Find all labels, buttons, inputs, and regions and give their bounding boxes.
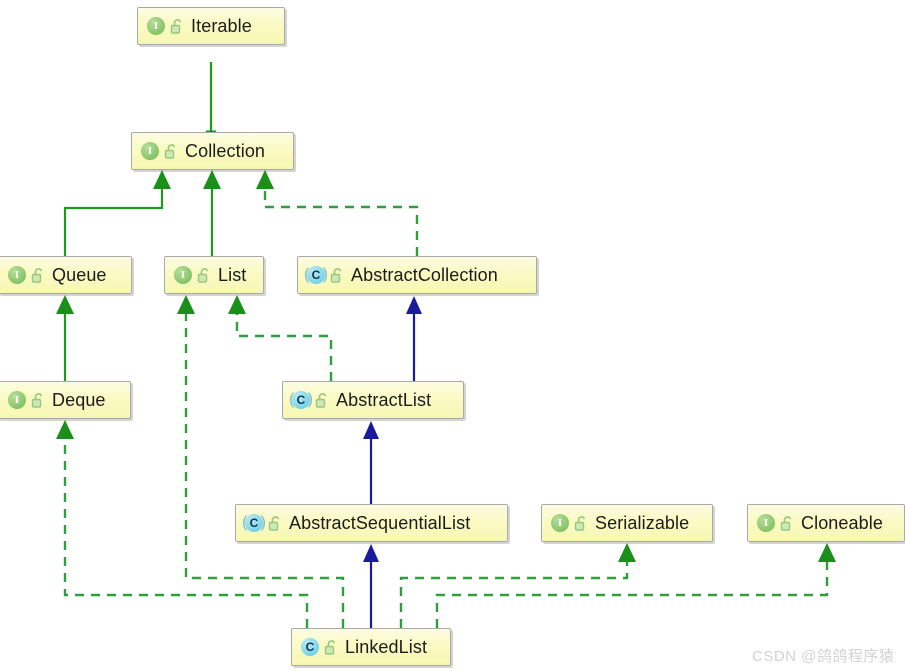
node-label: Deque bbox=[52, 390, 106, 410]
node-serializable[interactable]: I Serializable bbox=[541, 504, 713, 542]
abstract-marker-left: ( bbox=[242, 514, 248, 531]
unlocked-padlock-icon bbox=[324, 639, 339, 656]
class-icon: ( C ) bbox=[304, 266, 328, 284]
interface-icon: I bbox=[172, 264, 194, 286]
interface-icon: I bbox=[6, 264, 28, 286]
node-label: AbstractSequentialList bbox=[289, 513, 471, 533]
class-icon: ( C ) bbox=[289, 391, 313, 409]
abstract-marker-left: ( bbox=[304, 266, 310, 283]
interface-icon: I bbox=[6, 389, 28, 411]
edge-deque-to-queue bbox=[56, 295, 74, 381]
edge-linkedlist-to-cloneable bbox=[435, 543, 836, 628]
edge-queue-to-collection bbox=[63, 170, 171, 256]
interface-icon: I bbox=[139, 140, 161, 162]
unlocked-padlock-icon bbox=[780, 515, 795, 532]
node-abstractlist[interactable]: ( C ) AbstractList bbox=[282, 381, 464, 419]
node-abstractcollection[interactable]: ( C ) AbstractCollection bbox=[297, 256, 537, 294]
edge-abstractlist-to-abstractcollection bbox=[406, 296, 422, 381]
node-linkedlist[interactable]: C LinkedList bbox=[291, 628, 451, 666]
edge-abstractcollection-to-collection bbox=[256, 170, 419, 256]
interface-icon: I bbox=[145, 15, 167, 37]
edge-linkedlist-to-serializable bbox=[399, 543, 636, 628]
interface-icon: I bbox=[755, 512, 777, 534]
unlocked-padlock-icon bbox=[31, 392, 46, 409]
csdn-watermark: CSDN @鸽鸽程序猿 bbox=[752, 648, 895, 665]
class-icon: C bbox=[299, 636, 321, 658]
node-deque[interactable]: I Deque bbox=[0, 381, 131, 419]
node-collection[interactable]: I Collection bbox=[131, 132, 294, 170]
node-abstractsequentiallist[interactable]: ( C ) AbstractSequentialList bbox=[235, 504, 508, 542]
edge-linkedlist-to-list bbox=[177, 295, 345, 628]
unlocked-padlock-icon bbox=[31, 267, 46, 284]
unlocked-padlock-icon bbox=[197, 267, 212, 284]
node-label: Cloneable bbox=[801, 513, 883, 533]
node-label: AbstractCollection bbox=[351, 265, 498, 285]
node-queue[interactable]: I Queue bbox=[0, 256, 132, 294]
abstract-marker-left: ( bbox=[289, 391, 295, 408]
node-list[interactable]: I List bbox=[164, 256, 264, 294]
interface-icon: I bbox=[549, 512, 571, 534]
class-hierarchy-diagram: I Iterable I Collection I Queue I List (… bbox=[0, 0, 905, 671]
edge-layer bbox=[56, 62, 836, 628]
node-label: Serializable bbox=[595, 513, 690, 533]
node-iterable[interactable]: I Iterable bbox=[137, 7, 285, 45]
node-label: Collection bbox=[185, 141, 266, 161]
class-icon: ( C ) bbox=[242, 514, 266, 532]
abstract-marker-right: ) bbox=[322, 266, 328, 283]
node-label: LinkedList bbox=[345, 637, 428, 657]
node-label: AbstractList bbox=[336, 390, 432, 410]
node-label: Iterable bbox=[191, 16, 252, 36]
abstract-marker-right: ) bbox=[260, 514, 266, 531]
node-cloneable[interactable]: I Cloneable bbox=[747, 504, 905, 542]
unlocked-padlock-icon bbox=[170, 18, 185, 35]
node-label: Queue bbox=[52, 265, 107, 285]
edge-abstractlist-to-list bbox=[228, 295, 333, 381]
abstract-marker-right: ) bbox=[307, 391, 313, 408]
unlocked-padlock-icon bbox=[330, 267, 345, 284]
unlocked-padlock-icon bbox=[268, 515, 283, 532]
edge-list-to-collection bbox=[203, 170, 221, 256]
edge-linkedlist-to-abstractsequentiallist bbox=[363, 544, 379, 628]
node-label: List bbox=[218, 265, 247, 285]
unlocked-padlock-icon bbox=[315, 392, 330, 409]
unlocked-padlock-icon bbox=[574, 515, 589, 532]
unlocked-padlock-icon bbox=[164, 143, 179, 160]
edge-abstractsequentiallist-to-abstractlist bbox=[363, 421, 379, 504]
